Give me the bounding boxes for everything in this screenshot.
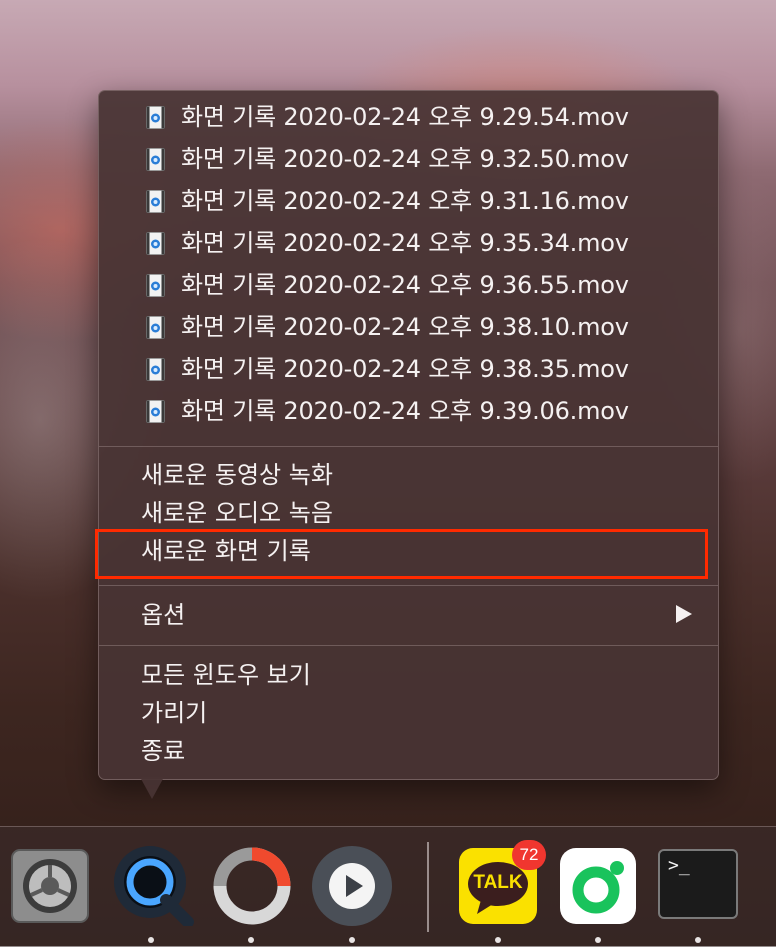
running-indicator — [248, 937, 254, 943]
running-indicator — [349, 937, 355, 943]
new-movie-recording-label: 새로운 동영상 녹화 — [141, 461, 333, 489]
recent-file-label: 화면 기록 2020-02-24 오후 9.35.34.mov — [181, 229, 629, 257]
recent-file-label: 화면 기록 2020-02-24 오후 9.38.10.mov — [181, 313, 629, 341]
quicktime-icon[interactable] — [108, 842, 196, 928]
running-indicator — [148, 937, 154, 943]
movie-file-icon — [146, 106, 165, 129]
quit-label: 종료 — [141, 737, 186, 765]
naver-band-icon[interactable] — [560, 848, 636, 924]
new-screen-recording-item[interactable]: 새로운 화면 기록 — [99, 533, 718, 569]
media-player-icon[interactable] — [306, 844, 398, 930]
recent-file-item[interactable]: 화면 기록 2020-02-24 오후 9.31.16.mov — [99, 181, 718, 221]
movie-file-icon — [146, 190, 165, 213]
recent-file-item[interactable]: 화면 기록 2020-02-24 오후 9.35.34.mov — [99, 223, 718, 263]
terminal-icon[interactable]: >_ — [658, 849, 738, 919]
hide-label: 가리기 — [141, 699, 208, 727]
show-all-windows-item[interactable]: 모든 윈도우 보기 — [99, 657, 718, 693]
movie-file-icon — [146, 400, 165, 423]
submenu-arrow-icon — [676, 605, 692, 623]
menu-separator — [99, 446, 718, 447]
notification-badge: 72 — [512, 840, 546, 870]
running-indicator — [495, 937, 501, 943]
movie-file-icon — [146, 274, 165, 297]
recent-file-item[interactable]: 화면 기록 2020-02-24 오후 9.29.54.mov — [99, 97, 718, 137]
movie-file-icon — [146, 148, 165, 171]
movie-file-icon — [146, 232, 165, 255]
recent-file-label: 화면 기록 2020-02-24 오후 9.39.06.mov — [181, 397, 629, 425]
kakaotalk-label: TALK — [473, 872, 523, 893]
recent-file-label: 화면 기록 2020-02-24 오후 9.29.54.mov — [181, 103, 629, 131]
recent-file-item[interactable]: 화면 기록 2020-02-24 오후 9.39.06.mov — [99, 391, 718, 431]
running-indicator — [695, 937, 701, 943]
menu-separator — [99, 645, 718, 646]
recent-file-label: 화면 기록 2020-02-24 오후 9.31.16.mov — [181, 187, 629, 215]
recent-file-label: 화면 기록 2020-02-24 오후 9.32.50.mov — [181, 145, 629, 173]
new-movie-recording-item[interactable]: 새로운 동영상 녹화 — [99, 457, 718, 493]
terminal-prompt: >_ — [668, 855, 690, 876]
menu-pointer-arrow — [140, 777, 164, 799]
recent-file-item[interactable]: 화면 기록 2020-02-24 오후 9.38.10.mov — [99, 307, 718, 347]
system-preferences-icon[interactable] — [10, 848, 90, 924]
screen-recorder-icon[interactable] — [206, 846, 298, 926]
hide-item[interactable]: 가리기 — [99, 695, 718, 731]
recent-file-label: 화면 기록 2020-02-24 오후 9.38.35.mov — [181, 355, 629, 383]
quicktime-dock-context-menu: 화면 기록 2020-02-24 오후 9.29.54.mov 화면 기록 20… — [98, 90, 719, 780]
recent-file-item[interactable]: 화면 기록 2020-02-24 오후 9.36.55.mov — [99, 265, 718, 305]
show-all-windows-label: 모든 윈도우 보기 — [141, 661, 311, 689]
dock-divider — [427, 842, 429, 932]
recent-file-label: 화면 기록 2020-02-24 오후 9.36.55.mov — [181, 271, 629, 299]
options-submenu-item[interactable]: 옵션 — [99, 595, 718, 635]
new-screen-recording-label: 새로운 화면 기록 — [141, 537, 311, 565]
recent-file-item[interactable]: 화면 기록 2020-02-24 오후 9.32.50.mov — [99, 139, 718, 179]
movie-file-icon — [146, 316, 165, 339]
new-audio-recording-item[interactable]: 새로운 오디오 녹음 — [99, 495, 718, 531]
running-indicator — [595, 937, 601, 943]
new-audio-recording-label: 새로운 오디오 녹음 — [141, 499, 333, 527]
options-label: 옵션 — [141, 601, 186, 629]
quit-item[interactable]: 종료 — [99, 733, 718, 769]
movie-file-icon — [146, 358, 165, 381]
menu-separator — [99, 585, 718, 586]
recent-file-item[interactable]: 화면 기록 2020-02-24 오후 9.38.35.mov — [99, 349, 718, 389]
